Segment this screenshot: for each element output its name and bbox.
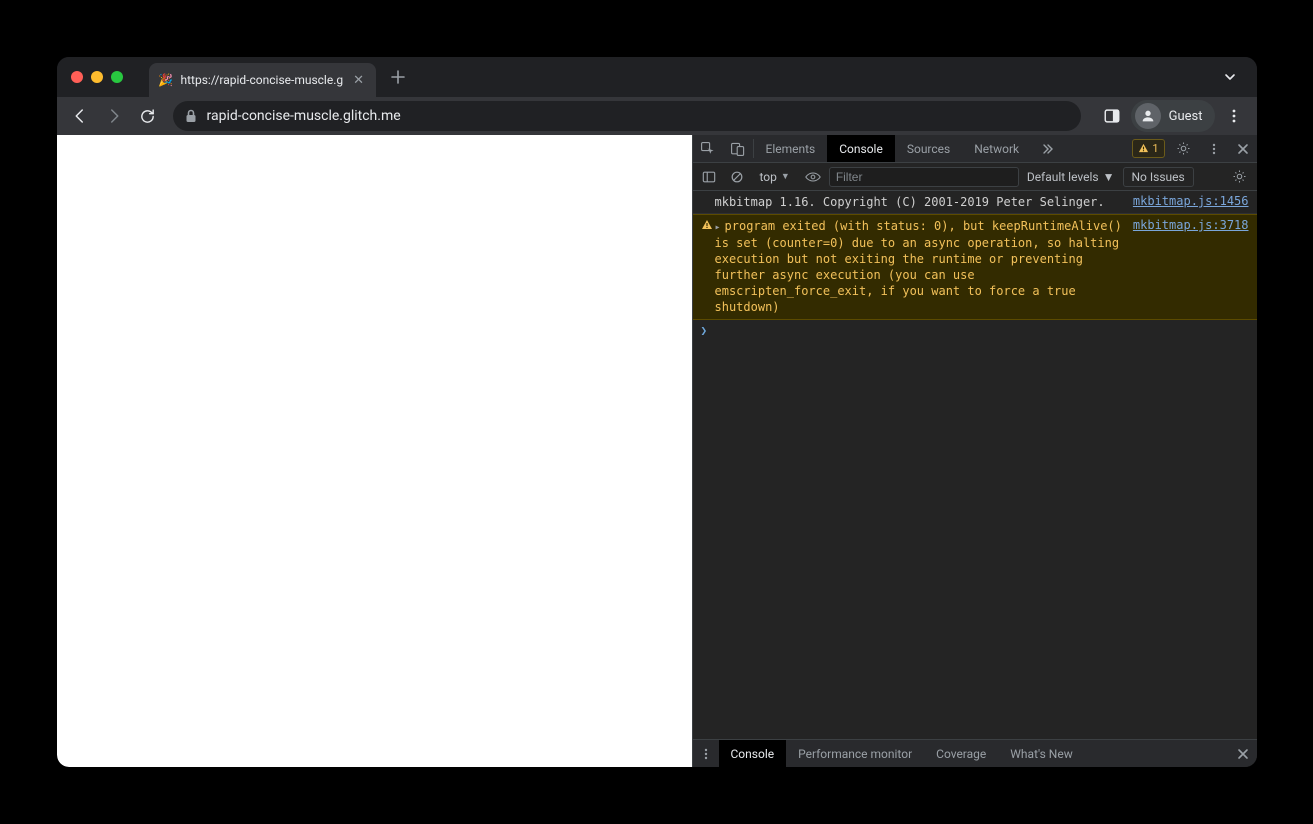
console-input[interactable]: ❯ (693, 320, 1257, 341)
tab-sources[interactable]: Sources (895, 135, 962, 162)
expand-icon[interactable]: ▸ (715, 222, 721, 233)
toolbar: rapid-concise-muscle.glitch.me Guest (57, 97, 1257, 135)
window-controls (65, 71, 131, 83)
log-source-link[interactable]: mkbitmap.js:1456 (1133, 194, 1249, 208)
chrome-menu-button[interactable] (1219, 101, 1249, 131)
console-log-row[interactable]: mkbitmap 1.16. Copyright (C) 2001-2019 P… (693, 191, 1257, 214)
clear-console-button[interactable] (725, 170, 749, 184)
side-panel-button[interactable] (1097, 101, 1127, 131)
warning-icon (701, 219, 713, 231)
address-bar[interactable]: rapid-concise-muscle.glitch.me (173, 101, 1081, 131)
tab-console[interactable]: Console (827, 135, 895, 162)
warnings-count: 1 (1152, 142, 1158, 155)
context-label: top (760, 170, 777, 184)
console-log-row[interactable]: ▸program exited (with status: 0), but ke… (693, 214, 1257, 319)
context-selector[interactable]: top ▼ (753, 167, 797, 187)
url-text: rapid-concise-muscle.glitch.me (207, 108, 401, 124)
toolbar-right: Guest (1091, 100, 1249, 132)
avatar-icon (1135, 103, 1161, 129)
log-source-link[interactable]: mkbitmap.js:3718 (1133, 218, 1249, 232)
tab-bar: 🎉 https://rapid-concise-muscle.g ✕ (57, 57, 1257, 97)
log-message: ▸program exited (with status: 0), but ke… (715, 218, 1133, 315)
live-expression-button[interactable] (801, 171, 825, 183)
device-toolbar-button[interactable] (723, 135, 753, 162)
devtools-menu-button[interactable] (1199, 135, 1229, 162)
browser-window: 🎉 https://rapid-concise-muscle.g ✕ ra (57, 57, 1257, 767)
log-message: mkbitmap 1.16. Copyright (C) 2001-2019 P… (715, 194, 1133, 210)
devtools-panel: Elements Console Sources Network 1 (692, 135, 1257, 767)
maximize-window-button[interactable] (111, 71, 123, 83)
log-levels-selector[interactable]: Default levels ▼ (1023, 168, 1119, 186)
tab-elements[interactable]: Elements (754, 135, 828, 162)
console-toolbar: top ▼ Default levels ▼ No Issues (693, 163, 1257, 191)
warning-icon (1138, 143, 1149, 154)
levels-label: Default levels (1027, 170, 1099, 184)
drawer-tab-console[interactable]: Console (719, 740, 787, 767)
warnings-badge[interactable]: 1 (1132, 139, 1164, 158)
console-settings-button[interactable] (1227, 169, 1253, 184)
forward-button[interactable] (99, 101, 129, 131)
chevron-down-icon: ▼ (781, 171, 790, 182)
devtools-tabs: Elements Console Sources Network 1 (693, 135, 1257, 163)
drawer-tab-performance-monitor[interactable]: Performance monitor (786, 740, 924, 767)
drawer-close-button[interactable] (1229, 740, 1257, 767)
browser-tab[interactable]: 🎉 https://rapid-concise-muscle.g ✕ (149, 63, 377, 97)
issues-button[interactable]: No Issues (1123, 167, 1194, 187)
more-tabs-button[interactable] (1031, 135, 1061, 162)
lock-icon (185, 109, 197, 123)
inspect-element-button[interactable] (693, 135, 723, 162)
devtools-drawer: Console Performance monitor Coverage Wha… (693, 739, 1257, 767)
profile-button[interactable]: Guest (1131, 100, 1215, 132)
tab-favicon-icon: 🎉 (159, 73, 173, 87)
console-filter-input[interactable] (829, 167, 1019, 187)
tab-close-button[interactable]: ✕ (351, 74, 366, 87)
drawer-tab-whats-new[interactable]: What's New (998, 740, 1084, 767)
devtools-settings-button[interactable] (1169, 135, 1199, 162)
prompt-icon: ❯ (701, 324, 708, 337)
chevron-down-icon: ▼ (1103, 170, 1115, 184)
tabs: 🎉 https://rapid-concise-muscle.g ✕ (149, 57, 377, 97)
drawer-tab-coverage[interactable]: Coverage (924, 740, 998, 767)
tab-search-button[interactable] (1211, 70, 1249, 84)
drawer-menu-button[interactable] (693, 740, 719, 767)
console-sidebar-toggle[interactable] (697, 170, 721, 184)
profile-label: Guest (1169, 109, 1203, 124)
tab-network[interactable]: Network (962, 135, 1031, 162)
tab-title: https://rapid-concise-muscle.g (181, 73, 344, 87)
minimize-window-button[interactable] (91, 71, 103, 83)
reload-button[interactable] (133, 101, 163, 131)
new-tab-button[interactable] (384, 63, 412, 91)
devtools-close-button[interactable] (1229, 135, 1257, 162)
console-log-area[interactable]: mkbitmap 1.16. Copyright (C) 2001-2019 P… (693, 191, 1257, 739)
page-viewport[interactable] (57, 135, 692, 767)
main-split: Elements Console Sources Network 1 (57, 135, 1257, 767)
back-button[interactable] (65, 101, 95, 131)
close-window-button[interactable] (71, 71, 83, 83)
